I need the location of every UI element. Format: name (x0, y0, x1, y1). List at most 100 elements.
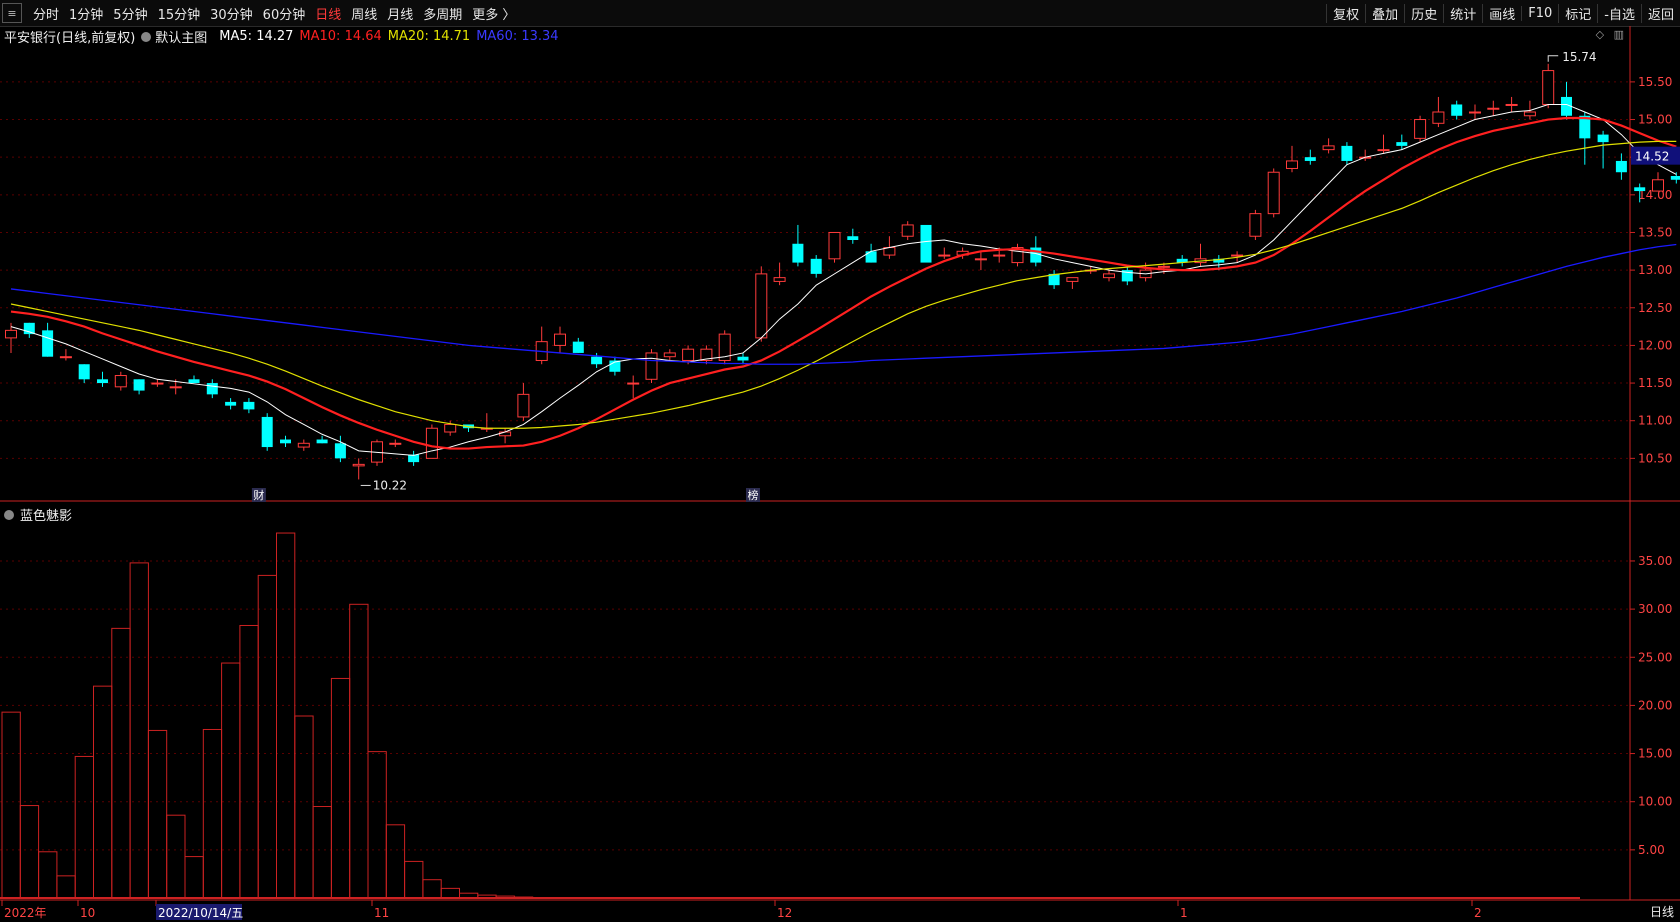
candle-body-up (773, 277, 786, 282)
candle-body-down (1634, 187, 1646, 192)
event-marker-event_bang: 榜 (748, 488, 759, 502)
candle-body-up (1542, 70, 1555, 105)
indicator-bar (385, 824, 406, 899)
indicator-bar (74, 755, 94, 899)
candle-body-down (188, 379, 200, 384)
candle-body-up (645, 352, 658, 380)
candle-body-up (5, 329, 17, 339)
price-tick-label: 10.50 (1638, 451, 1672, 465)
bottom-period-tab[interactable]: 日线 (1650, 903, 1674, 920)
ma-line-ma5 (10, 103, 1677, 456)
indicator-bar (129, 562, 149, 899)
candle-body-up (389, 442, 402, 445)
candle-body-down (23, 322, 35, 335)
price-tick-label: 12.00 (1638, 338, 1672, 352)
indicator-tick-label: 25.00 (1638, 650, 1672, 664)
indicator-tick-label: 5.00 (1638, 843, 1665, 857)
time-label: 2 (1474, 906, 1482, 920)
candle-body-up (1505, 103, 1518, 106)
candle-body-down (1396, 142, 1408, 146)
time-label: 2022/10/14/五 (158, 906, 243, 920)
indicator-bar (1, 711, 21, 899)
time-label: 10 (80, 906, 95, 920)
candle-body-up (627, 382, 640, 385)
candle-body-up (974, 258, 987, 261)
candle-body-up (1652, 179, 1664, 192)
candle-body-up (993, 254, 1006, 257)
candle-body-up (1469, 111, 1481, 114)
indicator-bar (93, 685, 113, 899)
candle-body-up (554, 333, 566, 346)
indicator-tick-label: 30.00 (1638, 602, 1672, 616)
indicator-bar (56, 875, 76, 899)
price-tick-label: 13.00 (1638, 263, 1672, 277)
indicator-bar (166, 814, 186, 899)
candle-body-down (97, 379, 108, 384)
candle-body-up (151, 382, 164, 385)
indicator-bar (184, 856, 204, 899)
indicator-bar (349, 603, 369, 899)
candle-body-down (1615, 160, 1627, 173)
candle-body-down (1670, 176, 1680, 180)
price-tick-label: 12.50 (1638, 301, 1672, 315)
indicator-tick-label: 20.00 (1638, 698, 1672, 712)
candle-body-down (572, 341, 584, 353)
candle-body-up (352, 463, 365, 467)
candle-body-up (663, 352, 676, 358)
low-price-label: 10.22 (373, 478, 407, 492)
price-tick-label: 11.50 (1638, 376, 1672, 390)
candle-body-up (499, 431, 512, 437)
candle-body-up (682, 348, 695, 361)
candle-body-up (297, 442, 310, 448)
ma-line-ma20 (10, 140, 1677, 429)
candle-body-up (1432, 111, 1445, 124)
candle-body-up (1487, 107, 1500, 110)
candle-body-down (225, 401, 237, 406)
indicator-bar (147, 729, 168, 899)
candle-body-up (1267, 171, 1280, 215)
candle-body-down (591, 356, 603, 365)
chart-canvas[interactable]: 15.5015.0014.5014.0013.5013.0012.5012.00… (0, 0, 1680, 922)
candle-body-down (42, 330, 54, 357)
candle-body-down (1597, 134, 1609, 143)
indicator-bar (111, 627, 131, 899)
candle-body-up (938, 254, 951, 257)
candle-body-up (1103, 273, 1115, 279)
candle-body-up (114, 375, 127, 388)
candle-body-down (1451, 104, 1463, 116)
event-marker-event_cai: 财 (253, 488, 264, 502)
candle-body-up (755, 273, 768, 339)
candle-body-down (810, 258, 822, 274)
time-label: 12 (777, 906, 792, 920)
candle-body-down (206, 383, 218, 395)
candle-body-down (78, 364, 90, 380)
indicator-bar (440, 887, 461, 899)
time-label: 11 (374, 906, 389, 920)
high-price-label: 15.74 (1562, 50, 1596, 64)
indicator-bar (276, 532, 296, 899)
candle-body-up (901, 224, 914, 237)
candle-body-up (1066, 277, 1079, 282)
candle-body-up (1231, 254, 1244, 257)
indicator-tick-label: 10.00 (1638, 795, 1672, 809)
indicator-bar (19, 805, 40, 899)
candle-body-up (1414, 119, 1427, 139)
candle-body-down (920, 224, 932, 263)
indicator-bar (367, 751, 387, 899)
indicator-bar (330, 677, 351, 899)
candle-body-up (1523, 111, 1536, 117)
candle-body-down (316, 439, 328, 444)
indicator-tick-label: 35.00 (1638, 554, 1672, 568)
candle-body-up (444, 423, 457, 433)
price-tick-label: 11.00 (1638, 414, 1672, 428)
candle-body-up (169, 386, 182, 389)
indicator-bar (257, 574, 278, 899)
candle-body-down (243, 401, 255, 410)
candle-body-down (847, 236, 859, 240)
candle-body-down (737, 356, 749, 361)
indicator-bar (312, 806, 332, 899)
candle-body-down (792, 243, 804, 263)
indicator-bar (404, 860, 424, 899)
indicator-bar (239, 624, 259, 899)
indicator-bar (221, 662, 241, 899)
